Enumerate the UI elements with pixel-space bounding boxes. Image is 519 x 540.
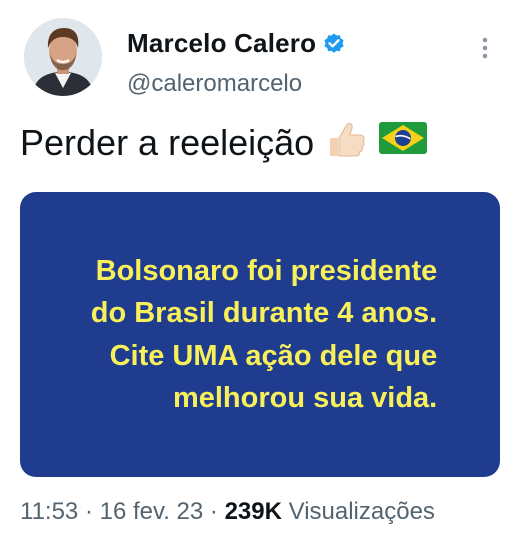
thumbs-up-emoji-icon (324, 116, 368, 169)
brazil-flag-emoji-icon (378, 120, 428, 165)
tweet-time[interactable]: 11:53 (20, 498, 78, 525)
avatar-photo (24, 18, 102, 96)
verified-badge-icon (322, 32, 346, 56)
tweet-text-row: Perder a reeleição (20, 116, 428, 169)
tweet-meta: 11:53 · 16 fev. 23 · 239K Visualizações (20, 498, 435, 526)
views-count: 239K (224, 498, 282, 525)
avatar[interactable] (24, 18, 102, 96)
more-options-icon[interactable] (480, 36, 490, 60)
views-label: Visualizações (281, 498, 435, 525)
author-name[interactable]: Marcelo Calero (127, 28, 316, 59)
author-handle[interactable]: @caleromarcelo (127, 70, 302, 98)
separator-dot: · (203, 498, 225, 525)
separator-dot: · (78, 498, 100, 525)
card-line-4: melhorou sua vida. (172, 381, 438, 414)
author-name-row[interactable]: Marcelo Calero (127, 28, 346, 59)
card-line-1: Bolsonaro foi presidente (95, 255, 438, 288)
tweet-image-card[interactable]: Bolsonaro foi presidente do Brasil duran… (20, 192, 500, 477)
card-text-block: Bolsonaro foi presidente do Brasil duran… (91, 250, 437, 418)
tweet-date[interactable]: 16 fev. 23 (100, 498, 204, 525)
tweet-text: Perder a reeleição (20, 121, 315, 163)
card-line-3: Cite UMA ação dele que (109, 339, 438, 372)
card-line-2: do Brasil durante 4 anos. (90, 297, 438, 330)
